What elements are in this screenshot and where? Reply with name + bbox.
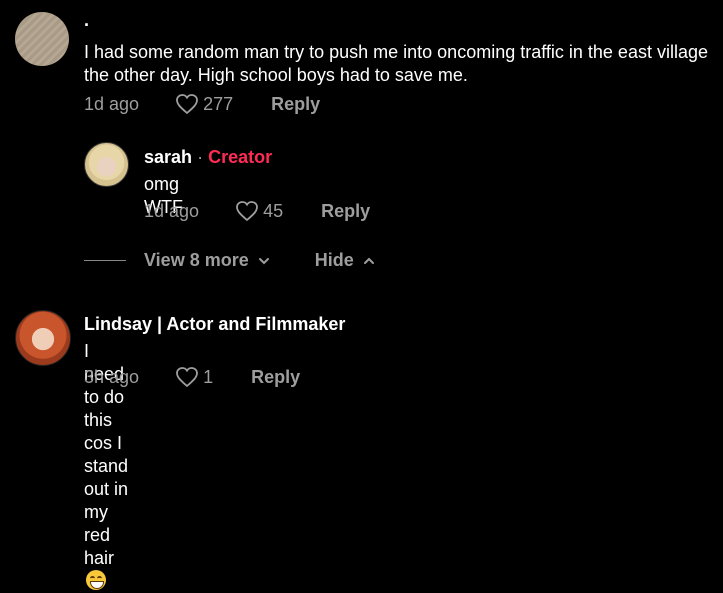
separator-dot: · [197,147,204,167]
like-count: 277 [203,93,234,114]
comment-meta: 1d ago 45 Reply [144,200,370,222]
comment-username[interactable]: . [84,10,89,31]
comment-username-row: sarah · Creator [144,147,272,168]
heart-icon [176,367,198,388]
heart-icon [176,94,198,115]
comment-timestamp: 3h ago [84,366,140,387]
comment-timestamp: 1d ago [144,200,200,221]
comment-meta: 3h ago 1 Reply [84,366,300,388]
grinning-sweat-emoji-icon [86,570,106,590]
view-more-button[interactable]: View 8 more [144,250,271,271]
like-button[interactable]: 45 [235,200,283,222]
comment-username[interactable]: sarah [144,147,192,167]
hide-button[interactable]: Hide [315,250,376,271]
view-more-label: View 8 more [144,250,249,270]
reply-button[interactable]: Reply [321,201,370,222]
heart-icon [236,201,258,222]
hide-label: Hide [314,250,354,270]
avatar[interactable] [84,142,129,187]
like-button[interactable]: 277 [175,93,233,115]
replies-toggle-row: View 8 more Hide [84,250,376,271]
creator-badge: Creator [208,147,273,167]
like-button[interactable]: 1 [175,366,213,388]
chevron-up-icon [363,257,374,264]
comment-text: I had some random man try to push me int… [84,42,708,85]
reply-button[interactable]: Reply [271,94,320,115]
divider-line [84,260,126,261]
avatar[interactable] [15,12,69,66]
comment-username[interactable]: Lindsay | Actor and Filmmaker [84,314,345,335]
reply-button[interactable]: Reply [251,367,300,388]
comment-meta: 1d ago 277 Reply [84,93,320,115]
like-count: 1 [203,366,214,387]
comment-timestamp: 1d ago [84,93,140,114]
avatar[interactable] [15,310,71,366]
like-count: 45 [263,200,284,221]
chevron-down-icon [258,257,269,264]
